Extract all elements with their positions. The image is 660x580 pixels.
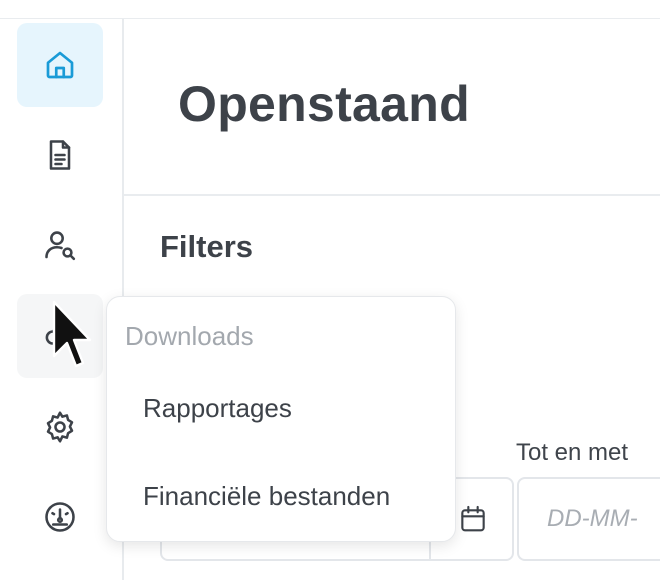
- sidebar-item-settings[interactable]: [17, 385, 103, 469]
- filters-title: Filters: [160, 229, 254, 264]
- calendar-icon: [461, 505, 485, 532]
- dropdown-header: Downloads: [125, 321, 254, 351]
- sidebar-item-documents[interactable]: [17, 113, 103, 197]
- user-search-icon: [45, 231, 76, 261]
- document-icon: [49, 140, 71, 170]
- date-to-input[interactable]: [517, 477, 660, 561]
- menu-item-rapportages[interactable]: Rapportages: [143, 393, 292, 424]
- gear-icon: [46, 411, 74, 443]
- menu-item-financiele-bestanden[interactable]: Financiële bestanden: [143, 481, 390, 512]
- gauge-icon: [45, 502, 75, 532]
- mouse-cursor: [52, 300, 92, 368]
- date-to-label: Tot en met: [516, 439, 629, 466]
- sidebar-item-home[interactable]: [17, 23, 103, 107]
- sidebar-item-user-search[interactable]: [17, 203, 103, 287]
- downloads-dropdown: Downloads Rapportages Financiële bestand…: [106, 296, 456, 542]
- home-icon: [46, 51, 74, 79]
- sidebar-item-dashboard[interactable]: [17, 475, 103, 559]
- page-title: Openstaand: [178, 76, 470, 132]
- divider: [124, 194, 660, 196]
